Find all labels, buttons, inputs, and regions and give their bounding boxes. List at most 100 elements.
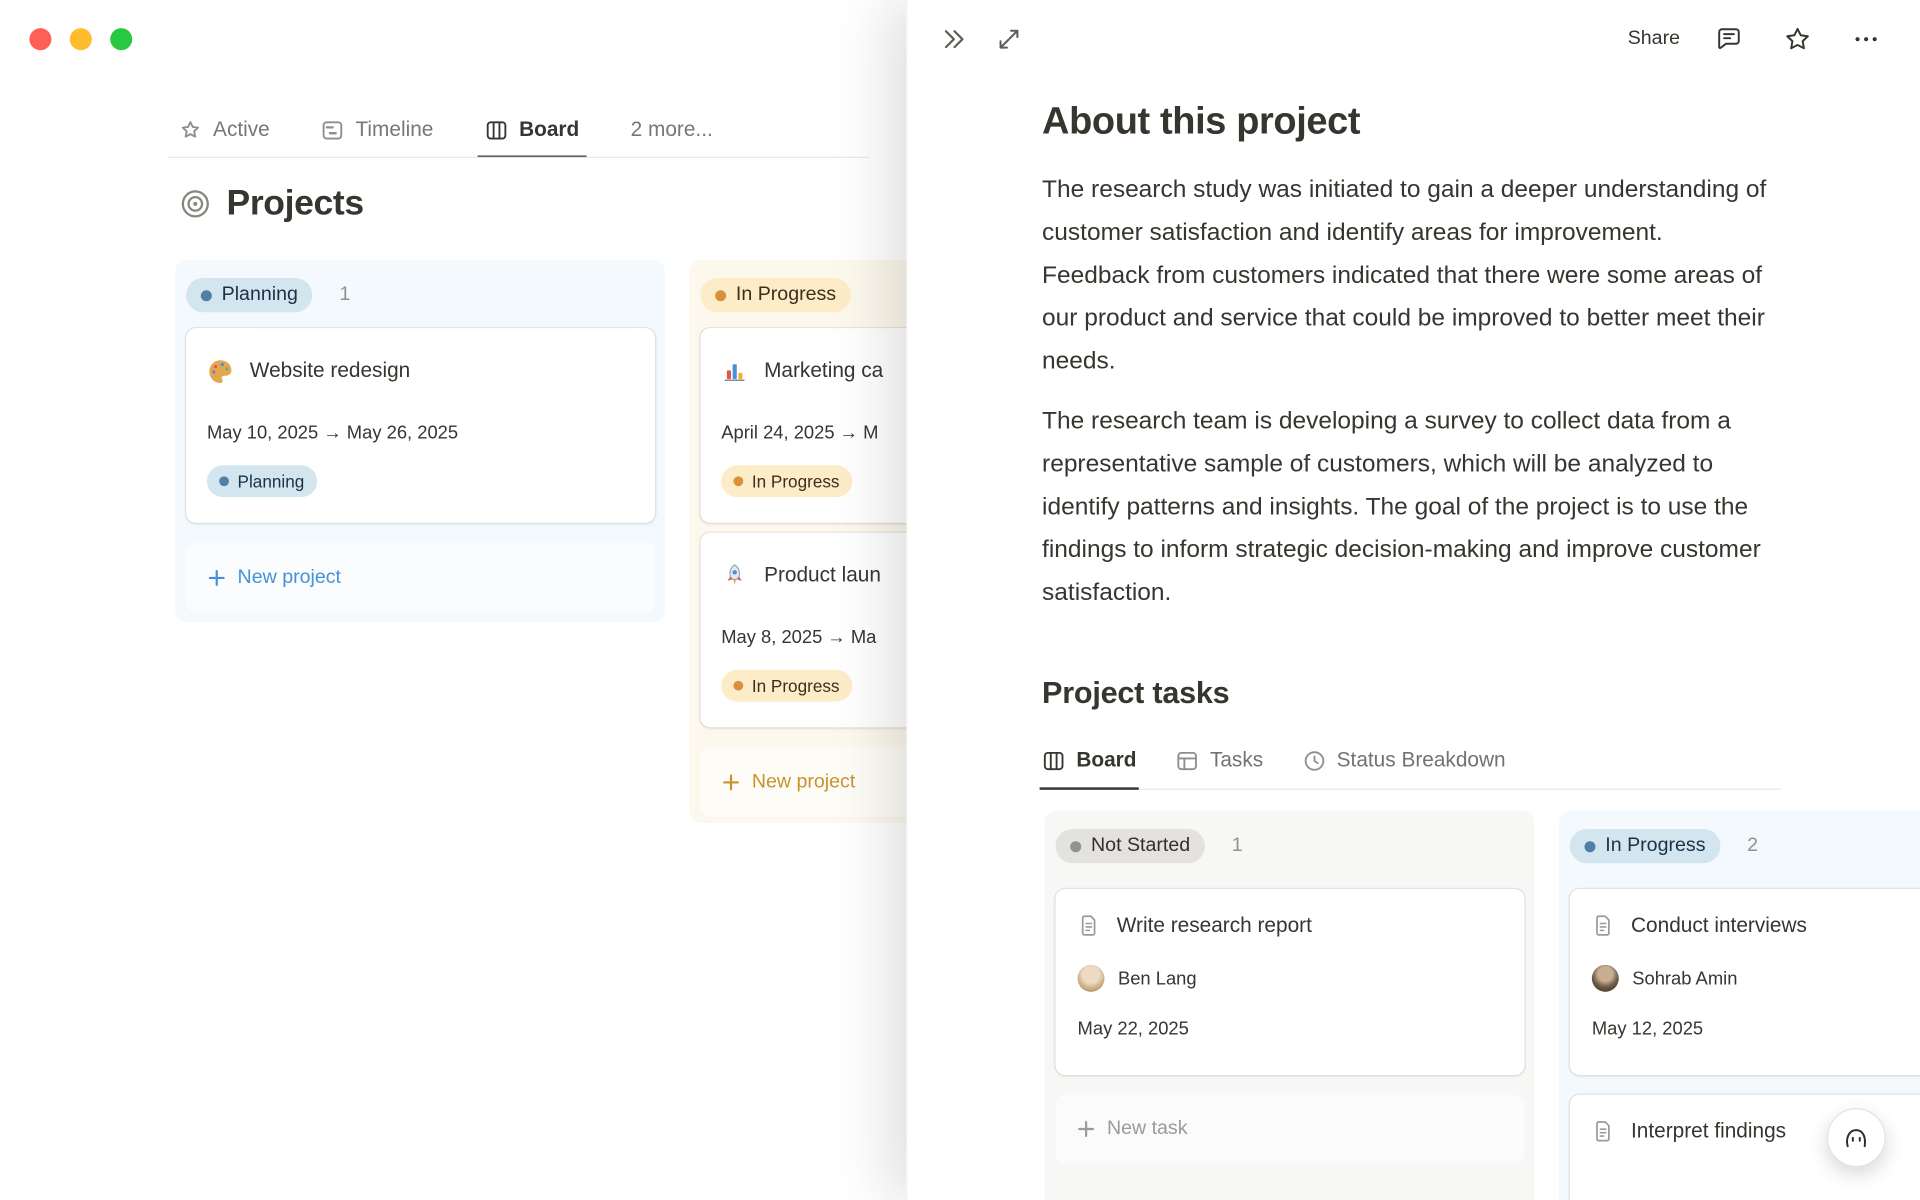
board-column-planning: Planning 1 Website redesign May 10, 2025… xyxy=(175,259,665,623)
assignee-row: Sohrab Amin xyxy=(1591,964,1737,992)
view-tab-label: Active xyxy=(213,117,270,141)
tab-label: Board xyxy=(1076,748,1137,772)
star-view-icon xyxy=(179,118,202,141)
card-title: Website redesign xyxy=(249,358,411,383)
tab-board[interactable]: Board xyxy=(1039,748,1139,790)
column-header: Planning 1 xyxy=(186,277,351,313)
new-project-label: New project xyxy=(237,566,342,588)
tab-status-breakdown[interactable]: Status Breakdown xyxy=(1300,748,1508,790)
tag-label: Planning xyxy=(237,471,305,492)
page-title[interactable]: Projects xyxy=(227,184,365,224)
plus-icon xyxy=(1076,1119,1096,1139)
document-title[interactable]: About this project xyxy=(1042,96,1920,147)
card-date: May 22, 2025 xyxy=(1077,1018,1189,1040)
group-name: In Progress xyxy=(735,284,837,305)
double-chevron-right-icon xyxy=(939,24,968,53)
card-title: Write research report xyxy=(1116,913,1312,937)
tabs-divider xyxy=(167,156,870,158)
document-page-icon xyxy=(1591,1119,1615,1143)
board-icon xyxy=(485,118,508,141)
timeline-icon xyxy=(321,118,344,141)
more-options-button[interactable] xyxy=(1847,20,1886,59)
tag-label: In Progress xyxy=(751,675,840,696)
section-heading-project-tasks: Project tasks xyxy=(1042,675,1230,711)
document-page-icon xyxy=(1591,913,1615,937)
group-count: 1 xyxy=(1231,835,1243,856)
group-label-planning[interactable]: Planning xyxy=(186,277,313,313)
page-header: Projects xyxy=(179,184,364,224)
zoom-window-button[interactable] xyxy=(110,28,133,51)
card-date-range: April 24, 2025 → M xyxy=(721,422,879,444)
ai-face-icon xyxy=(1840,1122,1872,1154)
column-header: In Progress xyxy=(700,277,851,313)
notion-ai-button[interactable] xyxy=(1826,1108,1886,1167)
card-date-range: May 8, 2025 → Ma xyxy=(721,626,877,648)
share-button[interactable]: Share xyxy=(1628,28,1680,50)
tasks-board: Not Started 1 Write research report Ben … xyxy=(1042,810,1920,1200)
project-card-website-redesign[interactable]: Website redesign May 10, 2025 → May 26, … xyxy=(186,328,656,523)
close-side-peek-button[interactable] xyxy=(934,20,973,59)
database-view-tabs: Active Timeline Board 2 more... xyxy=(171,104,720,158)
star-icon xyxy=(1783,24,1812,53)
plus-icon xyxy=(721,772,741,792)
table-icon xyxy=(1176,749,1199,772)
column-header: In Progress 2 xyxy=(1569,828,1758,864)
task-column-not-started: Not Started 1 Write research report Ben … xyxy=(1044,810,1535,1200)
group-count: 1 xyxy=(339,284,351,305)
minimize-window-button[interactable] xyxy=(69,28,92,51)
status-dot-icon xyxy=(715,289,727,301)
view-tab-board[interactable]: Board xyxy=(477,104,587,158)
clock-icon xyxy=(1302,749,1325,772)
task-card-conduct-interviews[interactable]: Conduct interviews Sohrab Amin May 12, 2… xyxy=(1569,888,1920,1076)
status-dot-icon xyxy=(1584,840,1596,852)
tab-label: Status Breakdown xyxy=(1336,748,1506,772)
assignee-row: Ben Lang xyxy=(1077,964,1197,992)
status-dot-icon xyxy=(733,476,744,487)
card-status-tag: In Progress xyxy=(721,465,852,498)
window-controls xyxy=(29,28,133,51)
status-dot-icon xyxy=(733,680,744,691)
tasks-view-tabs: Board Tasks Status Breakdown xyxy=(1039,748,1782,790)
view-tab-label: 2 more... xyxy=(630,117,713,141)
document-paragraph: The research study was initiated to gain… xyxy=(1042,176,1767,375)
side-peek-panel: Share About this project The research st… xyxy=(906,0,1920,1200)
status-dot-icon xyxy=(200,289,212,301)
view-tab-active[interactable]: Active xyxy=(171,104,277,158)
comments-button[interactable] xyxy=(1709,20,1748,59)
view-tabs-more[interactable]: 2 more... xyxy=(623,104,720,158)
card-title: Marketing ca xyxy=(764,358,884,383)
tag-label: In Progress xyxy=(751,471,840,492)
notion-app-window: Active Timeline Board 2 more... Projects xyxy=(0,0,1920,1200)
expand-diagonal-icon xyxy=(996,26,1023,53)
card-date-range: May 10, 2025 → May 26, 2025 xyxy=(206,422,459,444)
avatar xyxy=(1077,964,1105,992)
new-project-button[interactable]: New project xyxy=(186,542,656,613)
card-status-tag: In Progress xyxy=(721,669,852,702)
card-title: Conduct interviews xyxy=(1631,913,1807,937)
group-name: In Progress xyxy=(1605,835,1706,856)
bar-chart-icon xyxy=(721,358,748,385)
avatar xyxy=(1591,964,1619,992)
plus-icon xyxy=(207,568,227,588)
palette-icon xyxy=(207,358,234,385)
favorite-button[interactable] xyxy=(1778,20,1817,59)
task-card-write-research-report[interactable]: Write research report Ben Lang May 22, 2… xyxy=(1055,888,1525,1076)
new-project-label: New project xyxy=(751,770,856,792)
column-header: Not Started 1 xyxy=(1055,828,1243,864)
group-name: Planning xyxy=(221,284,298,305)
tab-tasks[interactable]: Tasks xyxy=(1173,748,1265,790)
close-window-button[interactable] xyxy=(29,28,52,51)
view-tab-timeline[interactable]: Timeline xyxy=(314,104,441,158)
card-status-tag: Planning xyxy=(206,465,317,498)
document-page-icon xyxy=(1076,913,1100,937)
new-task-label: New task xyxy=(1106,1117,1188,1139)
card-date: May 12, 2025 xyxy=(1591,1018,1704,1040)
group-label-in-progress[interactable]: In Progress xyxy=(700,277,851,313)
expand-page-button[interactable] xyxy=(991,21,1028,58)
view-tab-label: Board xyxy=(519,117,580,141)
new-task-button[interactable]: New task xyxy=(1055,1094,1525,1164)
group-label-not-started[interactable]: Not Started xyxy=(1055,828,1205,864)
group-label-in-progress[interactable]: In Progress xyxy=(1569,828,1721,864)
status-dot-icon xyxy=(1070,840,1082,852)
more-dots-icon xyxy=(1851,24,1880,53)
